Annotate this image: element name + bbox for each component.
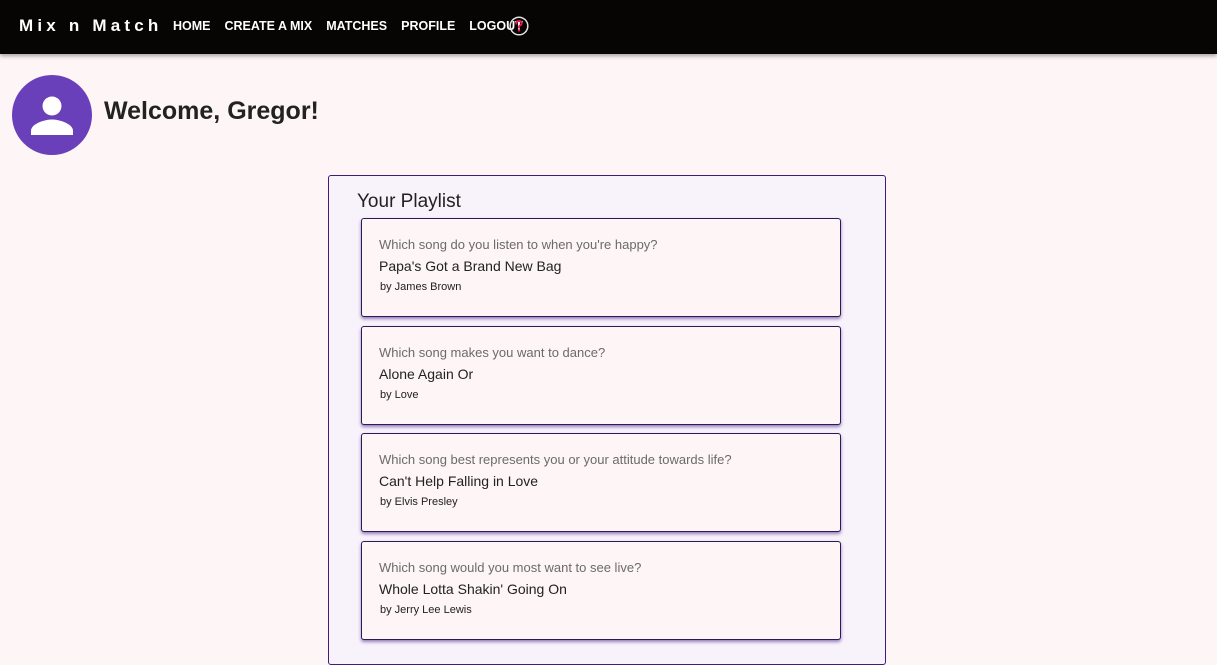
song-title: Papa's Got a Brand New Bag bbox=[379, 258, 562, 274]
song-card[interactable]: Which song would you most want to see li… bbox=[361, 541, 841, 640]
song-card[interactable]: Which song best represents you or your a… bbox=[361, 433, 841, 532]
nav-create-mix-link[interactable]: CREATE A MIX bbox=[225, 19, 313, 33]
welcome-heading: Welcome, Gregor! bbox=[104, 97, 319, 125]
person-icon bbox=[31, 96, 73, 135]
nav-profile-link[interactable]: PROFILE bbox=[401, 19, 455, 33]
brand-logo[interactable]: Mix n Match bbox=[19, 16, 163, 36]
nav-matches-link[interactable]: MATCHES bbox=[326, 19, 387, 33]
song-question: Which song makes you want to dance? bbox=[379, 345, 606, 360]
user-avatar bbox=[12, 75, 92, 155]
nav-links: HOME CREATE A MIX MATCHES PROFILE LOGOUT bbox=[173, 19, 537, 33]
song-card[interactable]: Which song makes you want to dance? Alon… bbox=[361, 326, 841, 425]
song-question: Which song would you most want to see li… bbox=[379, 560, 642, 575]
song-title: Alone Again Or bbox=[379, 366, 474, 382]
song-card[interactable]: Which song do you listen to when you're … bbox=[361, 218, 841, 317]
song-question: Which song do you listen to when you're … bbox=[379, 237, 658, 252]
song-question: Which song best represents you or your a… bbox=[379, 452, 732, 467]
song-artist: by Love bbox=[380, 389, 419, 401]
playlist-panel: Your Playlist Which song do you listen t… bbox=[328, 175, 886, 665]
song-artist: by Elvis Presley bbox=[380, 496, 458, 508]
song-title: Whole Lotta Shakin' Going On bbox=[379, 581, 567, 597]
top-navbar: Mix n Match HOME CREATE A MIX MATCHES PR… bbox=[0, 0, 1217, 54]
song-artist: by Jerry Lee Lewis bbox=[380, 604, 472, 616]
playlist-title: Your Playlist bbox=[357, 191, 461, 212]
song-artist: by James Brown bbox=[380, 281, 462, 293]
nav-home-link[interactable]: HOME bbox=[173, 19, 211, 33]
help-circle-icon[interactable] bbox=[509, 16, 529, 36]
song-title: Can't Help Falling in Love bbox=[379, 473, 539, 489]
